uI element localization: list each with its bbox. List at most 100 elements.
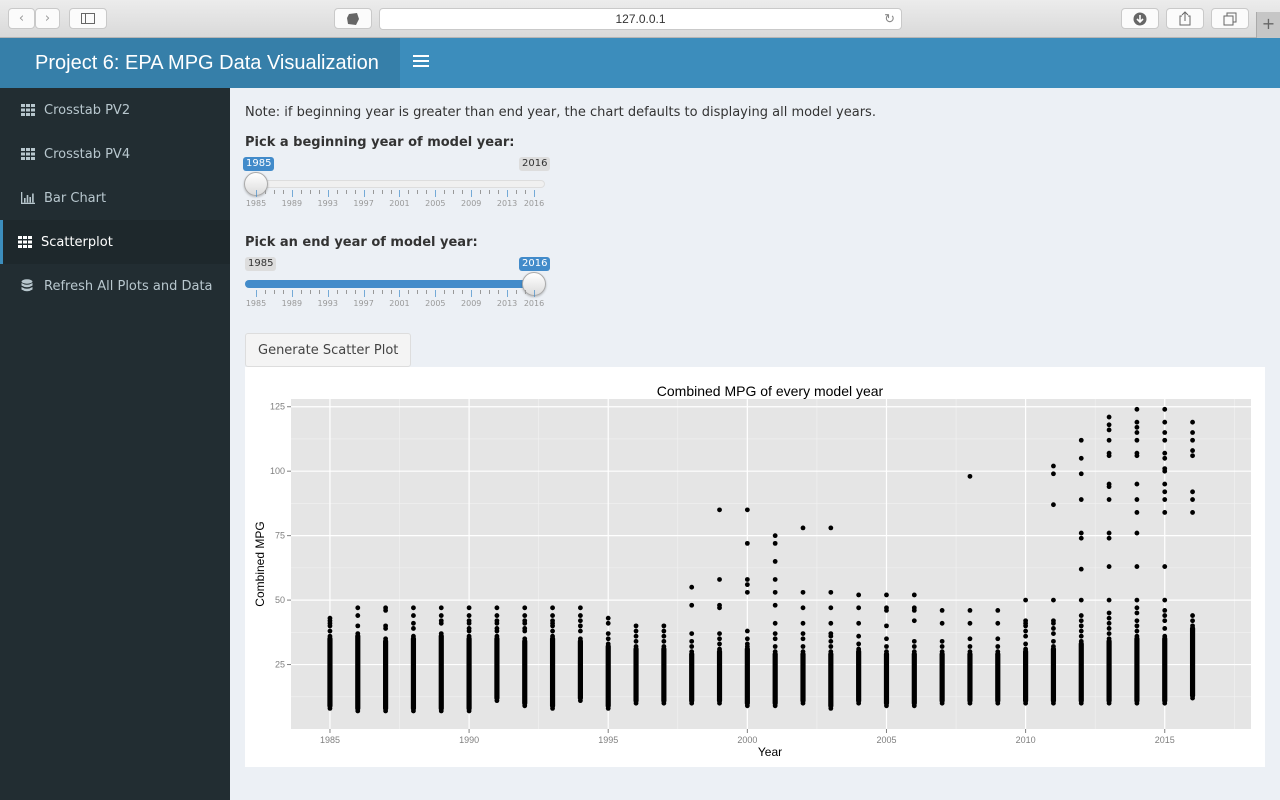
data-point <box>355 708 361 714</box>
data-point <box>856 641 862 647</box>
point-band <box>438 633 444 711</box>
browser-toolbar: ‹ › 127.0.0.1 ↻ + <box>0 0 1280 38</box>
year-column-2007 <box>939 608 945 706</box>
data-point <box>939 638 945 644</box>
data-point <box>1078 497 1084 502</box>
data-point <box>828 525 834 531</box>
url-bar[interactable]: 127.0.0.1 ↻ <box>379 8 902 30</box>
generate-scatter-plot-button[interactable]: Generate Scatter Plot <box>245 333 412 367</box>
data-point <box>1106 427 1112 433</box>
slider-tick <box>256 290 257 297</box>
forward-icon[interactable]: › <box>35 8 60 29</box>
slider-tick <box>534 290 535 297</box>
data-point <box>605 615 611 621</box>
data-point <box>1078 471 1084 477</box>
slider-tick <box>408 290 410 294</box>
end-year-slider[interactable]: 1985 2016 1985 1989 1993 1997 2001 2005 2009 20… <box>245 257 551 318</box>
slider-tick <box>363 290 365 297</box>
back-icon[interactable]: ‹ <box>8 8 35 29</box>
data-point <box>1134 437 1140 443</box>
data-point <box>1190 489 1195 495</box>
slider-tick <box>390 190 392 194</box>
data-point <box>800 605 806 611</box>
data-point <box>1106 597 1112 603</box>
x-tick-label: 1995 <box>598 735 618 745</box>
data-point <box>1134 700 1140 706</box>
data-point <box>967 644 973 649</box>
data-point <box>1078 597 1084 603</box>
share-icon[interactable] <box>1166 8 1204 29</box>
data-point <box>1078 700 1084 706</box>
data-point <box>1106 636 1112 642</box>
data-point <box>1134 610 1140 616</box>
end-slider-min-label: 1985 <box>245 257 277 271</box>
data-point <box>1106 610 1112 616</box>
data-point <box>550 628 555 634</box>
data-point <box>772 636 778 642</box>
data-point <box>856 646 862 652</box>
data-point <box>1134 618 1140 624</box>
data-point <box>1190 618 1195 624</box>
data-point <box>884 623 889 629</box>
slider-tick <box>489 190 491 194</box>
data-point <box>939 620 945 626</box>
data-point <box>744 540 750 546</box>
data-point <box>1162 406 1168 412</box>
data-point <box>1078 535 1084 541</box>
data-point <box>1162 481 1168 487</box>
year-column-1994 <box>577 605 583 704</box>
download-icon[interactable] <box>1121 8 1159 29</box>
data-point <box>383 623 389 629</box>
sidebar-item-bar-chart[interactable]: Bar Chart <box>0 176 230 220</box>
data-point <box>1134 597 1140 603</box>
data-point <box>522 613 528 618</box>
reload-icon[interactable]: ↻ <box>884 11 895 27</box>
sidebar-item-label: Crosstab PV4 <box>44 146 131 162</box>
slider-tick <box>264 290 266 294</box>
new-tab-icon[interactable]: + <box>1256 12 1280 38</box>
bar-chart-icon <box>21 192 35 204</box>
data-point <box>1162 608 1168 613</box>
data-point <box>1106 631 1112 637</box>
data-point <box>744 589 750 595</box>
data-point <box>689 584 695 590</box>
sidebar-item-crosstab-pv2[interactable]: Crosstab PV2 <box>0 88 230 132</box>
sidebar-item-refresh[interactable]: Refresh All Plots and Data <box>0 264 230 308</box>
point-band <box>549 636 556 709</box>
data-point <box>689 638 695 644</box>
data-point <box>1106 497 1112 502</box>
slider-tick <box>417 290 419 294</box>
slider-tick <box>256 190 257 197</box>
begin-year-slider[interactable]: 1985 2016 1985 1989 1993 1997 2001 2005 2009 20… <box>243 157 551 218</box>
data-point <box>1023 700 1029 706</box>
extension-icon[interactable] <box>334 8 372 29</box>
hamburger-menu-icon[interactable] <box>413 52 429 72</box>
data-point <box>466 708 472 714</box>
slider-tick <box>444 190 446 194</box>
point-band <box>995 651 1001 704</box>
data-point <box>411 708 416 714</box>
data-point <box>800 649 806 655</box>
data-point <box>1162 466 1168 472</box>
slider-tick <box>534 190 535 197</box>
slider-tick-label: 1989 <box>281 199 303 208</box>
data-point <box>550 633 555 639</box>
data-point <box>1023 597 1029 603</box>
slider-tick <box>291 290 293 297</box>
data-point <box>494 698 500 704</box>
begin-slider-track[interactable] <box>245 180 545 188</box>
sidebar-item-scatterplot[interactable]: Scatterplot <box>0 220 230 264</box>
point-band <box>1162 636 1168 704</box>
slider-tick <box>345 290 347 294</box>
slider-tick <box>300 290 302 294</box>
end-slider-ticks: 1985 1989 1993 1997 2001 2005 2009 2013 2016 <box>245 290 545 310</box>
point-band <box>383 638 389 711</box>
data-point <box>828 605 834 611</box>
sidebar-item-crosstab-pv4[interactable]: Crosstab PV4 <box>0 132 230 176</box>
data-point <box>1078 530 1084 536</box>
begin-slider-ticks: 1985 1989 1993 1997 2001 2005 2009 2013 2016 <box>245 190 545 210</box>
sidebar-icon[interactable] <box>69 8 107 29</box>
tabs-icon[interactable] <box>1211 8 1249 29</box>
year-column-2009 <box>995 608 1001 706</box>
data-point <box>1162 633 1168 639</box>
